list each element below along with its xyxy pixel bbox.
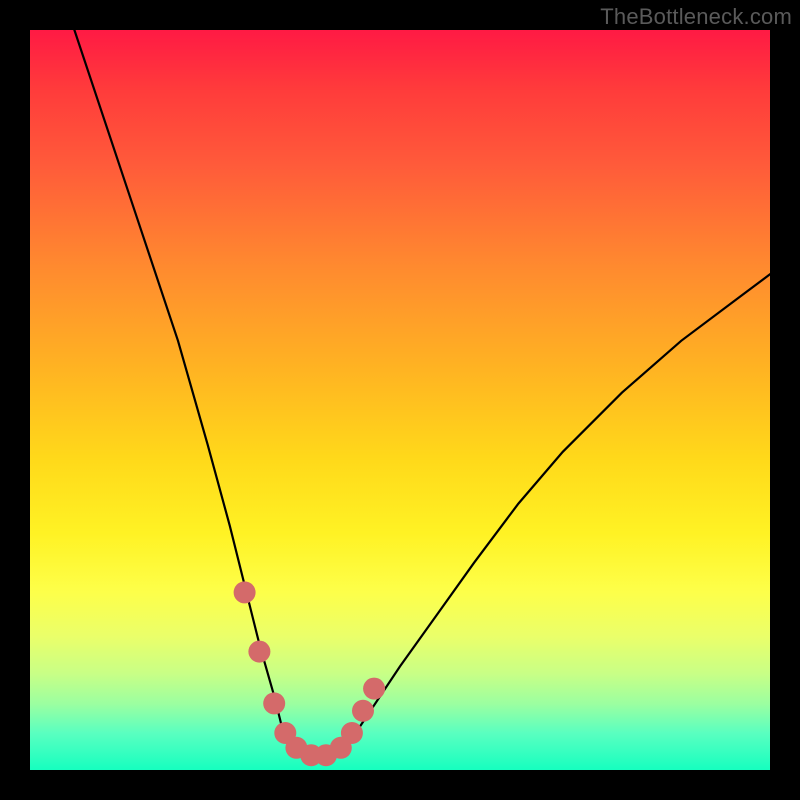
highlighted-segment	[234, 581, 386, 766]
highlight-dot	[341, 722, 363, 744]
highlight-dot	[248, 641, 270, 663]
curve-svg	[30, 30, 770, 770]
chart-frame: TheBottleneck.com	[0, 0, 800, 800]
highlight-dot	[234, 581, 256, 603]
bottleneck-curve	[74, 30, 770, 755]
plot-area	[30, 30, 770, 770]
highlight-dot	[263, 692, 285, 714]
watermark-text: TheBottleneck.com	[600, 4, 792, 30]
highlight-dot	[352, 700, 374, 722]
highlight-dot	[363, 678, 385, 700]
